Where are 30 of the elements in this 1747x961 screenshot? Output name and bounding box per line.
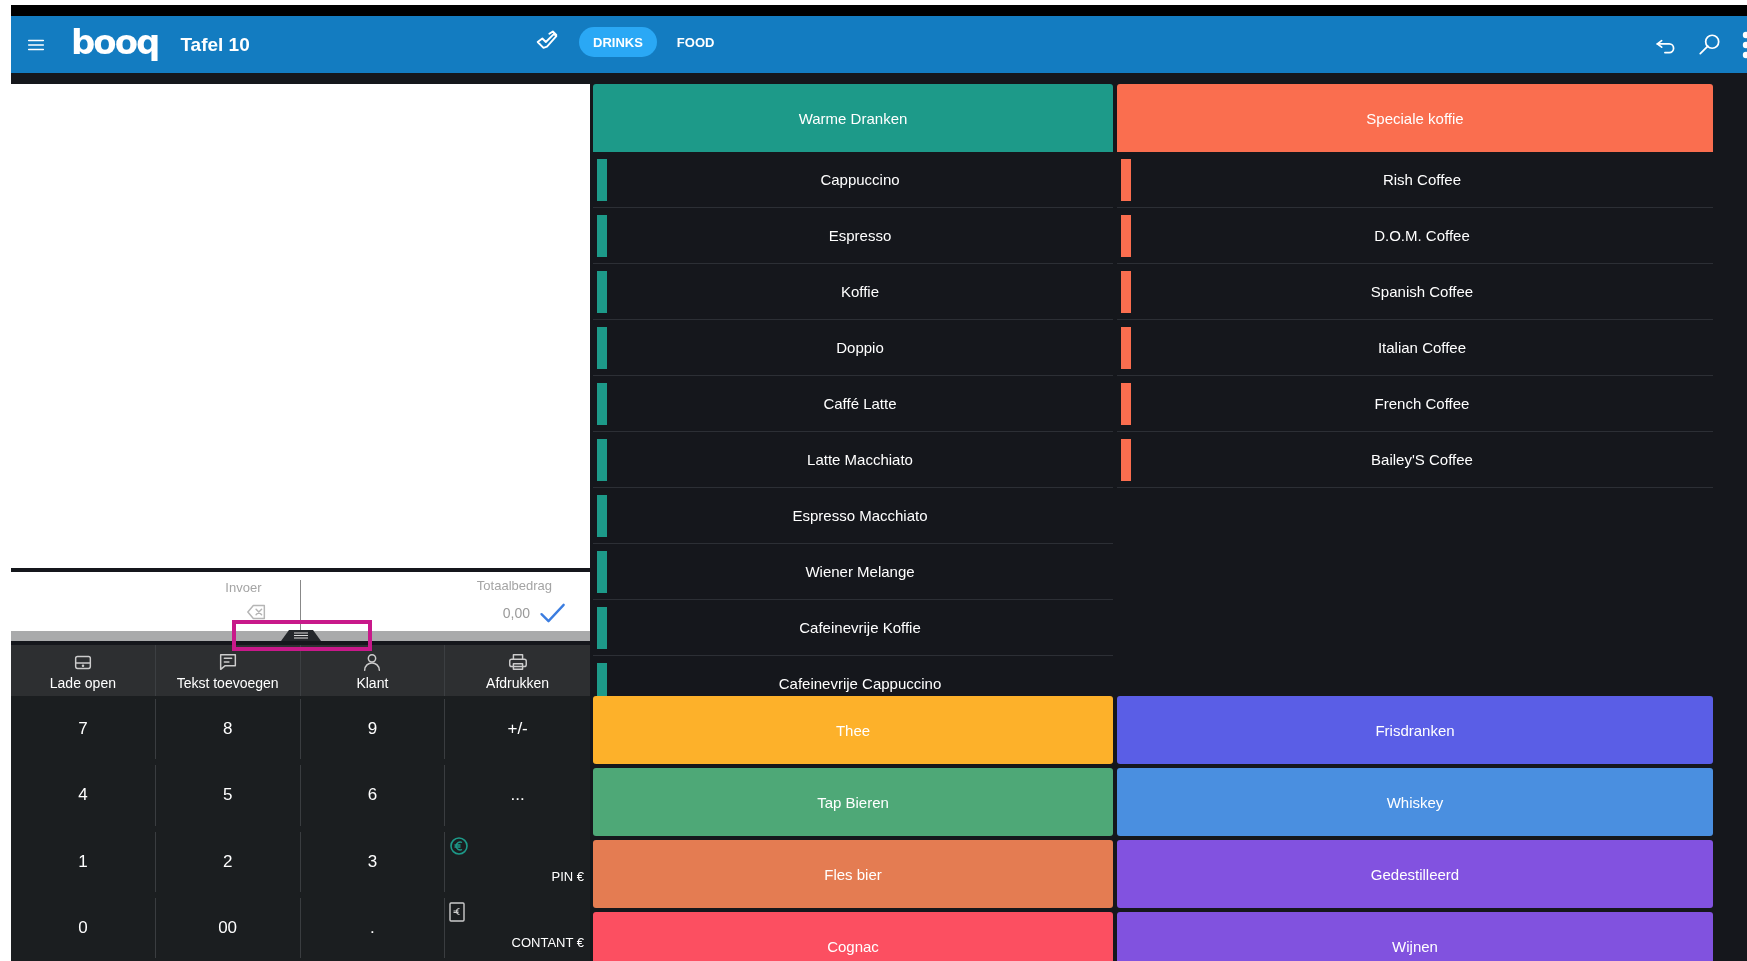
keypad-key[interactable]: 00 (155, 897, 301, 958)
total-label: Totaalbedrag (476, 578, 552, 593)
category-button[interactable]: Frisdranken (1117, 696, 1713, 764)
keypad-key[interactable]: +/- (445, 699, 590, 760)
lines-icon (294, 632, 308, 639)
keypad-key[interactable]: . (300, 897, 446, 958)
euro-receipt-icon (449, 901, 466, 922)
action-button[interactable]: Afdrukken (445, 645, 590, 696)
input-label: Invoer (225, 580, 262, 595)
logo: booq (71, 24, 159, 59)
euro-coin-icon (449, 835, 470, 856)
payment-button[interactable]: CONTANT € (445, 897, 590, 958)
keypad-key[interactable]: 4 (11, 765, 156, 826)
category-button[interactable]: Gedestilleerd (1117, 840, 1713, 908)
category-button[interactable]: Wijnen (1117, 912, 1713, 961)
keypad-key[interactable]: 7 (11, 699, 156, 760)
keypad-key[interactable]: 0 (11, 897, 156, 958)
drawer-handle[interactable] (281, 630, 321, 641)
category-tab[interactable]: FOOD (662, 27, 729, 57)
keypad-key[interactable]: 5 (155, 765, 301, 826)
keypad-key[interactable]: 3 (300, 831, 446, 892)
keypad-key[interactable]: 2 (155, 831, 301, 892)
table-title: Tafel 10 (180, 33, 250, 56)
keypad-key[interactable]: 1 (11, 831, 156, 892)
keypad-key[interactable]: 6 (300, 765, 446, 826)
payment-button[interactable]: PIN € (445, 831, 590, 892)
keypad-key[interactable]: 9 (300, 699, 446, 760)
total-amount: 0,00 (502, 605, 530, 621)
keypad-key[interactable]: 8 (155, 699, 301, 760)
keypad-key[interactable]: ... (445, 765, 590, 826)
